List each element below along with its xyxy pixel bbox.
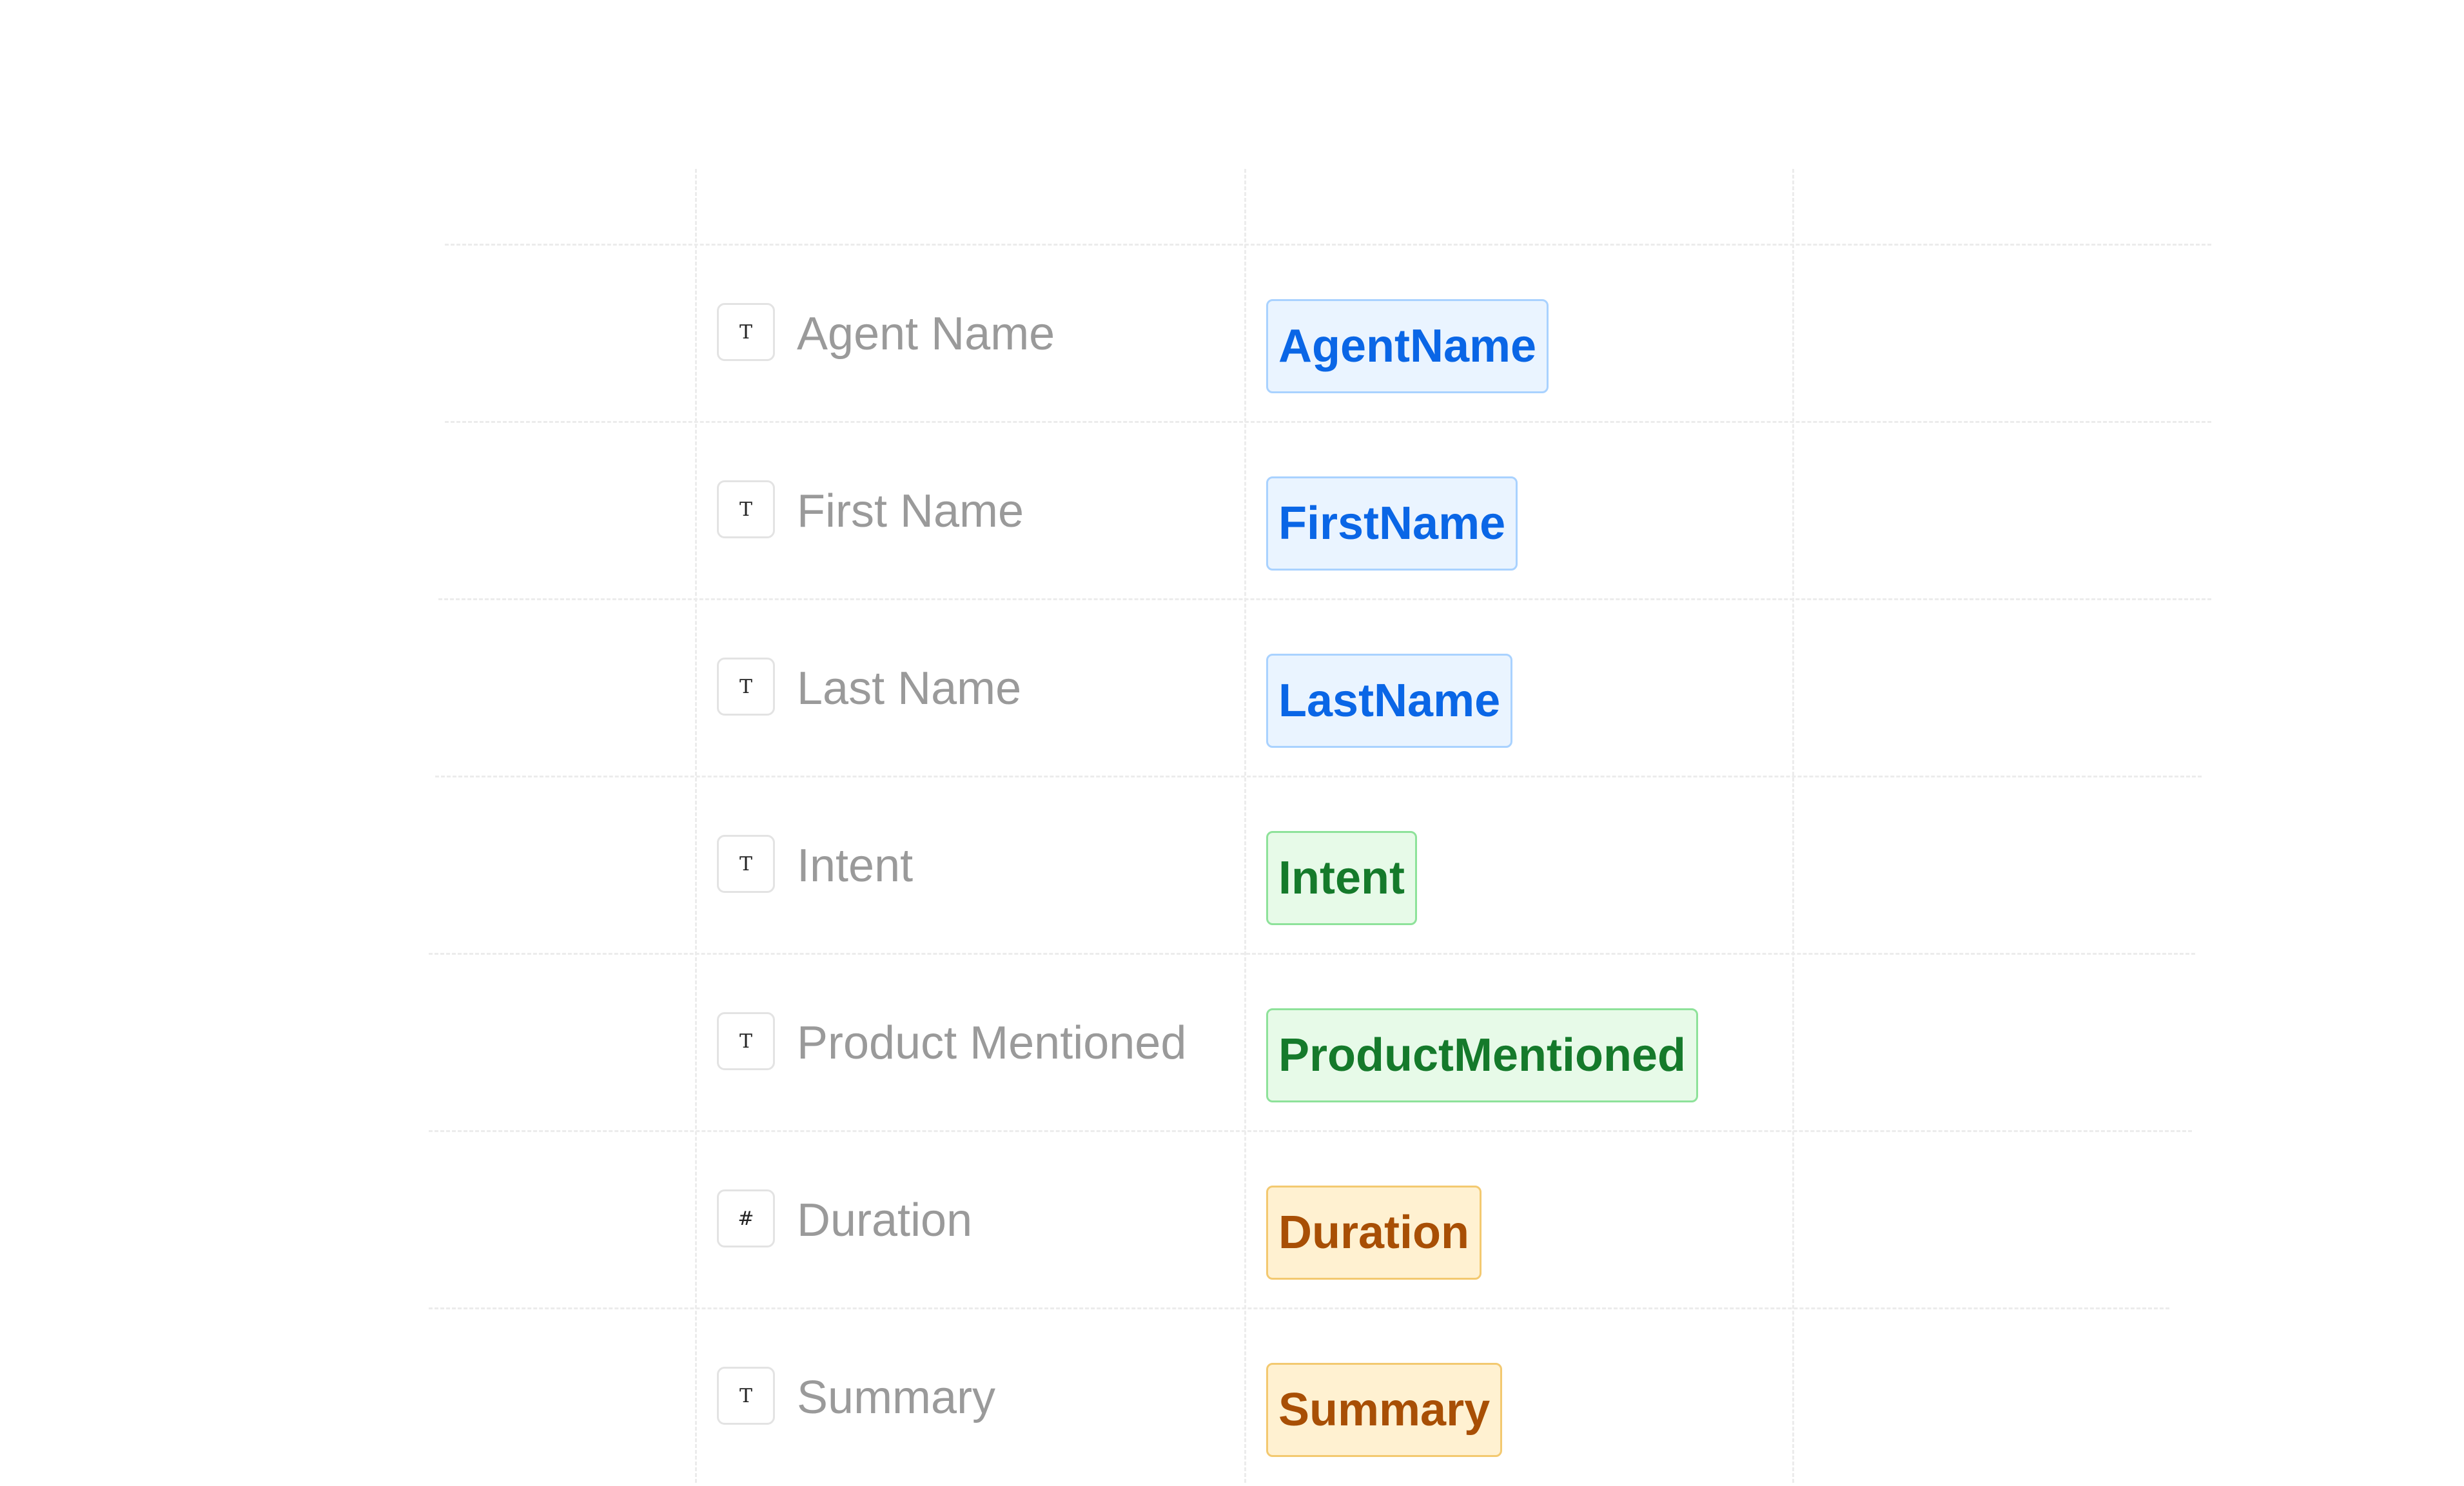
variable-chip[interactable]: Intent (1266, 831, 1417, 925)
variable-chip[interactable]: Summary (1266, 1363, 1503, 1457)
variable-chip[interactable]: LastName (1266, 654, 1513, 748)
field-label: Last Name (797, 663, 1022, 714)
field-label: Product Mentioned (797, 1017, 1187, 1069)
variable-chip[interactable]: FirstName (1266, 476, 1518, 571)
field-mapping-table: T Agent Name AgentName T First Name Firs… (0, 0, 2464, 1483)
variable-chip[interactable]: AgentName (1266, 299, 1549, 393)
text-type-icon: T (717, 480, 775, 538)
table-row[interactable]: T First Name FirstName (0, 422, 2464, 600)
field-label: Duration (797, 1195, 973, 1246)
text-type-icon: T (717, 303, 775, 361)
table-row[interactable]: T Agent Name AgentName (0, 245, 2464, 422)
table-row[interactable]: T Product Mentioned ProductMentioned (0, 954, 2464, 1131)
table-row[interactable]: T Last Name LastName (0, 600, 2464, 777)
variable-chip[interactable]: ProductMentioned (1266, 1008, 1698, 1102)
number-type-icon: # (717, 1189, 775, 1247)
field-label: First Name (797, 485, 1024, 537)
text-type-icon: T (717, 658, 775, 716)
variable-chip[interactable]: Duration (1266, 1186, 1481, 1280)
field-label: Agent Name (797, 308, 1055, 360)
text-type-icon: T (717, 1012, 775, 1070)
table-row[interactable]: T Intent Intent (0, 777, 2464, 954)
table-row[interactable]: T Summary Summary (0, 1309, 2464, 1486)
text-type-icon: T (717, 835, 775, 893)
field-label: Intent (797, 840, 914, 892)
text-type-icon: T (717, 1367, 775, 1425)
field-label: Summary (797, 1372, 996, 1423)
table-row[interactable]: # Duration Duration (0, 1131, 2464, 1309)
